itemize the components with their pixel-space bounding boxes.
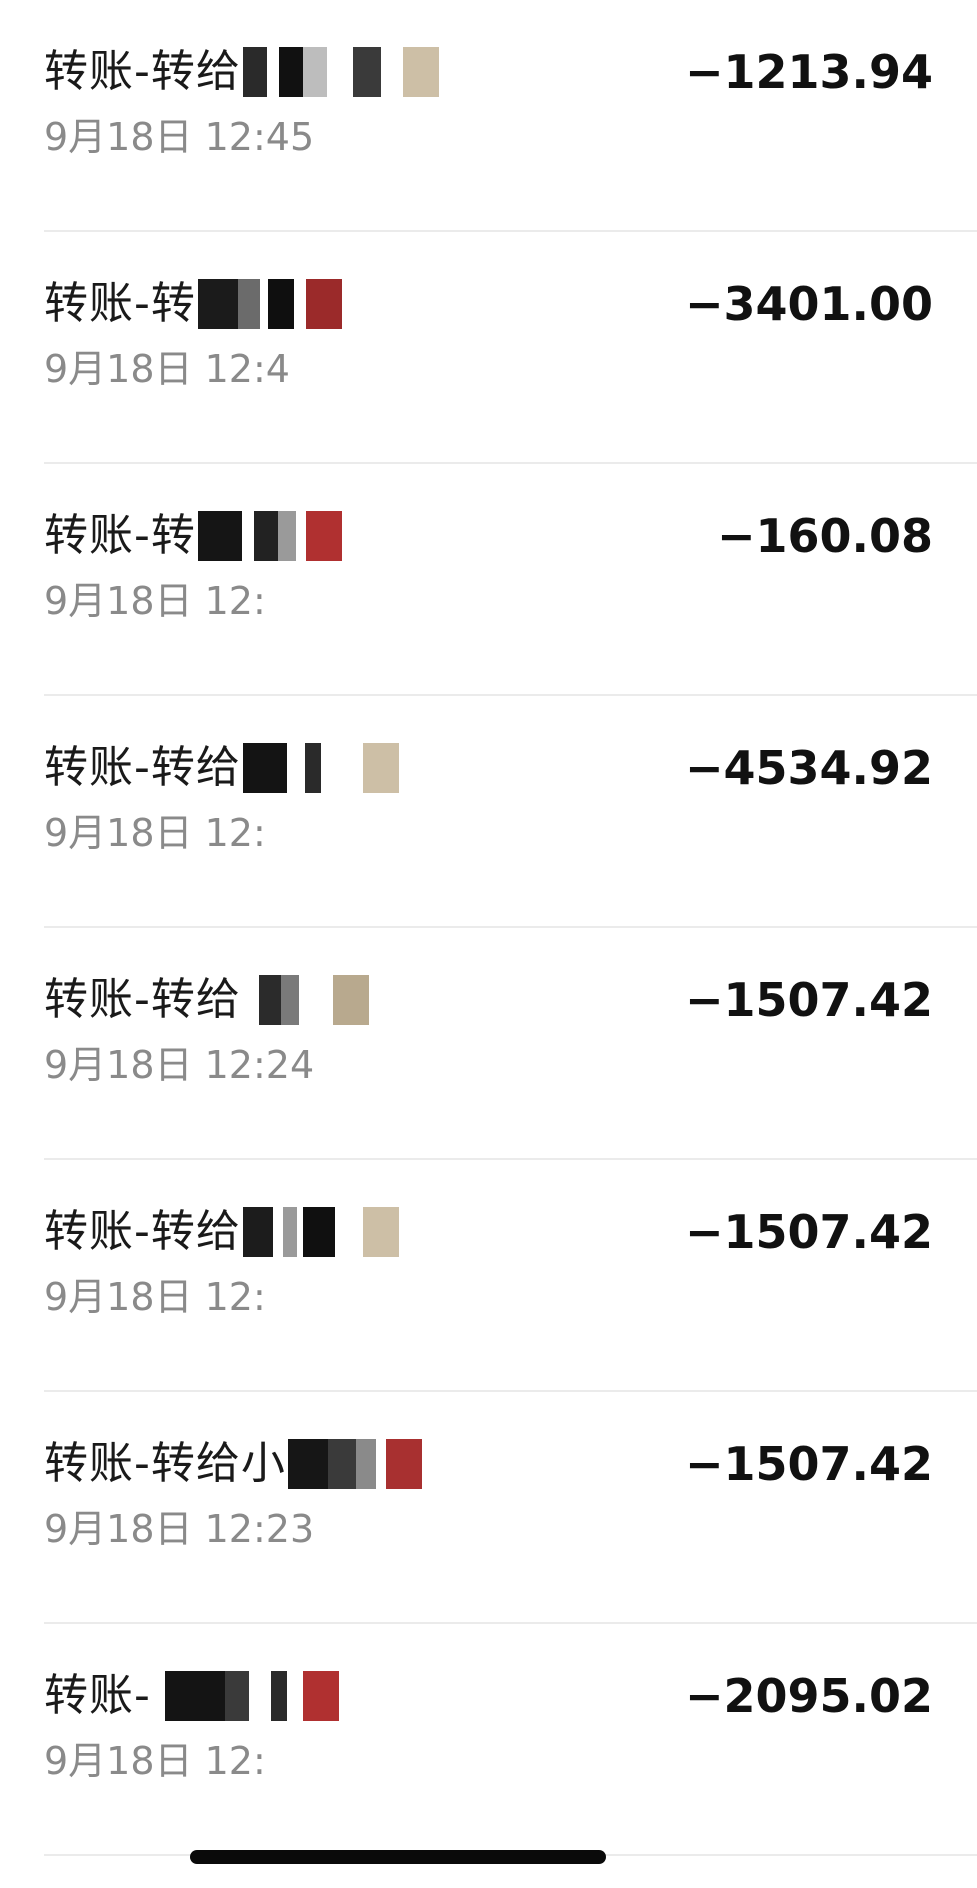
mosaic-redaction [197,511,348,561]
transaction-row[interactable]: 转账-转给 9月18日 12: −1507.42 [0,1160,977,1392]
transaction-title: 转账-转 [44,510,196,561]
transaction-time: 9月18日 12: [44,579,266,623]
transaction-list: 转账-转给 9月18日 12:45 −1213.94 转账-转 9月18日 12… [0,0,977,1856]
mosaic-redaction [197,279,348,329]
transaction-title-group: 转账- [44,1666,353,1726]
transaction-title-group: 转账-转 [44,274,348,334]
transaction-title-group: 转账-转给小 [44,1434,428,1494]
mosaic-redaction [153,1671,353,1721]
transaction-title: 转账-转给 [44,46,241,97]
home-indicator[interactable] [190,1850,606,1864]
transaction-title-group: 转账-转 [44,506,348,566]
transaction-row[interactable]: 转账-转 9月18日 12: −160.08 [0,464,977,696]
transaction-row[interactable]: 转账- 9月18日 12: −2095.02 [0,1624,977,1856]
transaction-amount: −160.08 [716,509,933,563]
transaction-amount: −4534.92 [684,741,933,795]
transaction-title: 转账-转给 [44,1206,241,1257]
transaction-title: 转账-转 [44,278,196,329]
mosaic-redaction [287,1439,428,1489]
transaction-amount: −3401.00 [684,277,933,331]
transaction-title-group: 转账-转给 [44,42,443,102]
transaction-amount: −2095.02 [684,1669,933,1723]
transaction-amount: −1507.42 [684,1437,933,1491]
transaction-row[interactable]: 转账-转给 9月18日 12:45 −1213.94 [0,0,977,232]
mosaic-redaction [242,743,413,793]
transaction-title: 转账-转给 [44,742,241,793]
transaction-title: 转账-转给 [44,974,241,1025]
transaction-row[interactable]: 转账-转 9月18日 12:4 −3401.00 [0,232,977,464]
transaction-time: 9月18日 12: [44,811,266,855]
transaction-time: 9月18日 12:4 [44,347,290,391]
transaction-time: 9月18日 12:45 [44,115,315,159]
transaction-time: 9月18日 12: [44,1275,266,1319]
transaction-title-group: 转账-转给 [44,738,413,798]
transaction-title-group: 转账-转给 [44,970,383,1030]
transaction-time: 9月18日 12:24 [44,1043,315,1087]
mosaic-redaction [243,975,383,1025]
transaction-row[interactable]: 转账-转给 9月18日 12:24 −1507.42 [0,928,977,1160]
transaction-row[interactable]: 转账-转给小 9月18日 12:23 −1507.42 [0,1392,977,1624]
transaction-title: 转账-转给小 [44,1438,286,1489]
transaction-amount: −1507.42 [684,1205,933,1259]
transaction-time: 9月18日 12: [44,1739,266,1783]
transaction-amount: −1507.42 [684,973,933,1027]
transaction-time: 9月18日 12:23 [44,1507,315,1551]
transaction-amount: −1213.94 [684,45,933,99]
transaction-title: 转账- [44,1670,151,1721]
mosaic-redaction [242,47,443,97]
transaction-title-group: 转账-转给 [44,1202,413,1262]
mosaic-redaction [242,1207,413,1257]
transaction-row[interactable]: 转账-转给 9月18日 12: −4534.92 [0,696,977,928]
